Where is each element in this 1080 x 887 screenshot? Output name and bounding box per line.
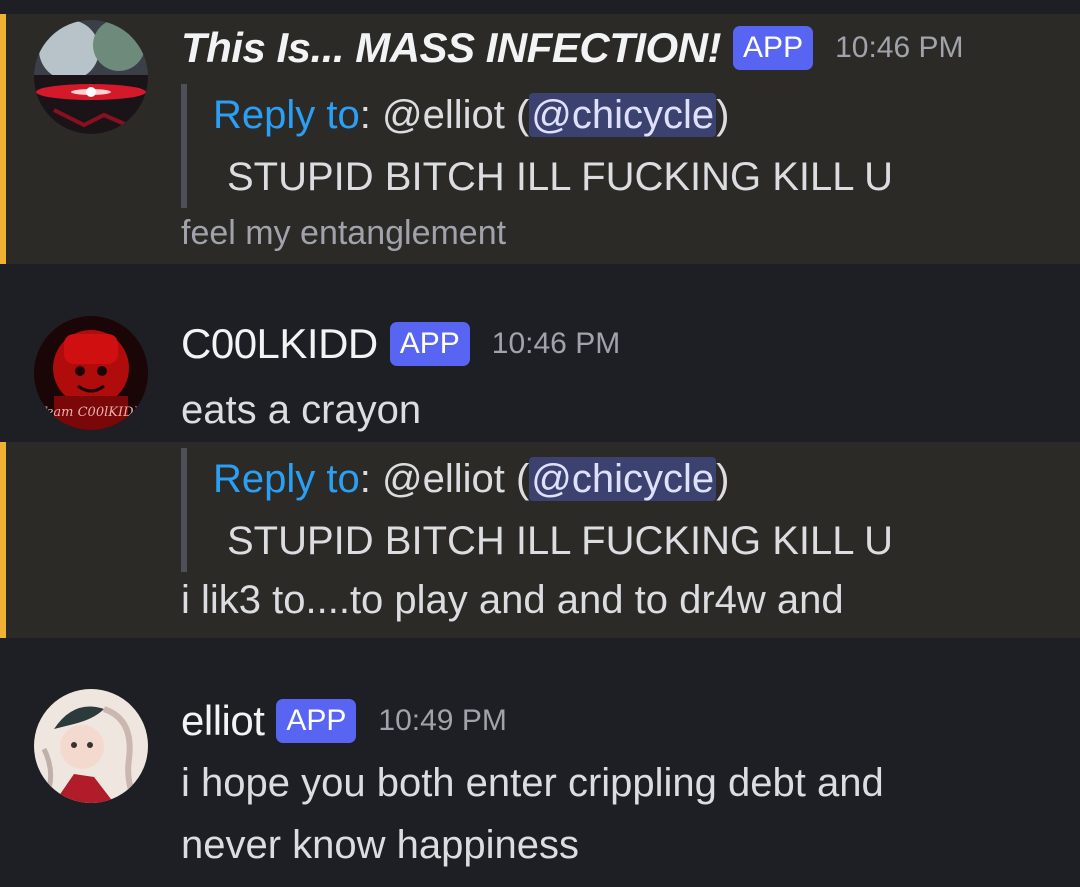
- avatar-image: [34, 689, 148, 803]
- reply-quote: Reply to: @elliot (@chicycle) STUPID BIT…: [181, 448, 893, 572]
- reply-line: Reply to: @elliot (@chicycle): [213, 84, 893, 146]
- avatar-image: [34, 20, 148, 134]
- reply-colon: :: [359, 457, 371, 501]
- app-badge: APP: [276, 699, 357, 743]
- timestamp[interactable]: 10:46 PM: [492, 327, 620, 361]
- timestamp[interactable]: 10:46 PM: [835, 31, 963, 65]
- message-mass-infection[interactable]: This Is... MASS INFECTION! APP 10:46 PM …: [0, 14, 1080, 264]
- reply-target: @elliot (: [370, 457, 530, 501]
- message-body: eats a crayon: [181, 388, 422, 432]
- reply-to-link[interactable]: Reply to: [213, 93, 360, 137]
- reply-target: @elliot (: [370, 93, 530, 137]
- reply-target-close: ): [716, 457, 730, 501]
- avatar[interactable]: [34, 20, 148, 134]
- app-badge: APP: [733, 26, 814, 70]
- username[interactable]: This Is... MASS INFECTION!: [181, 24, 722, 72]
- message-body: feel my entanglement: [181, 214, 507, 252]
- message-coolkidd-reply[interactable]: Reply to: @elliot (@chicycle) STUPID BIT…: [0, 442, 1080, 638]
- avatar[interactable]: Team C00lKIDD: [34, 316, 148, 430]
- reply-line: Reply to: @elliot (@chicycle): [213, 448, 893, 510]
- avatar-image: Team C00lKIDD: [34, 316, 148, 430]
- message-elliot[interactable]: elliot APP 10:49 PM i hope you both ente…: [0, 675, 1080, 887]
- reply-target-close: ): [716, 93, 730, 137]
- username[interactable]: elliot: [181, 697, 265, 745]
- avatar-caption: Team C00lKIDD: [38, 405, 144, 420]
- message-header: This Is... MASS INFECTION! APP 10:46 PM: [181, 24, 964, 72]
- message-body: i lik3 to....to play and and to dr4w and: [181, 578, 844, 622]
- reply-colon: :: [359, 93, 371, 137]
- username[interactable]: C00LKIDD: [181, 320, 378, 368]
- quoted-text: STUPID BITCH ILL FUCKING KILL U: [227, 155, 894, 199]
- message-coolkidd[interactable]: Team C00lKIDD C00LKIDD APP 10:46 PM eats…: [0, 300, 1080, 440]
- reply-to-link[interactable]: Reply to: [213, 457, 360, 501]
- message-header: elliot APP 10:49 PM: [181, 697, 507, 745]
- message-header: C00LKIDD APP 10:46 PM: [181, 320, 620, 368]
- avatar[interactable]: [34, 689, 148, 803]
- app-badge: APP: [389, 322, 470, 366]
- mention[interactable]: @chicycle: [529, 457, 717, 501]
- timestamp[interactable]: 10:49 PM: [378, 704, 506, 738]
- quoted-text: STUPID BITCH ILL FUCKING KILL U: [227, 519, 894, 563]
- message-body-line-2: never know happiness: [181, 823, 580, 867]
- message-body-line-1: i hope you both enter crippling debt and: [181, 761, 884, 805]
- mention[interactable]: @chicycle: [529, 93, 717, 137]
- reply-quote: Reply to: @elliot (@chicycle) STUPID BIT…: [181, 84, 893, 208]
